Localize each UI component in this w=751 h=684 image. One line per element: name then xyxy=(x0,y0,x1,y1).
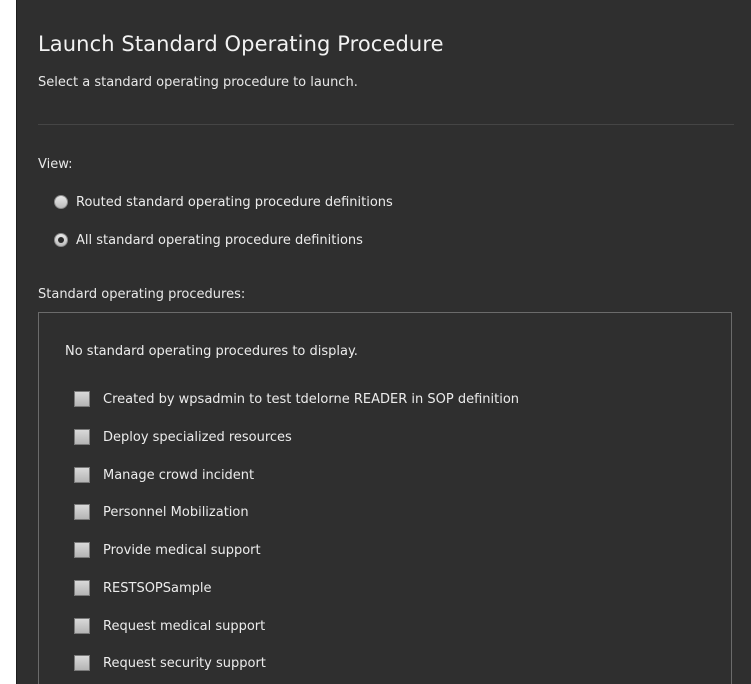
checkbox[interactable] xyxy=(74,542,90,558)
list-item[interactable]: Provide medical support xyxy=(74,540,261,560)
checkbox[interactable] xyxy=(74,618,90,634)
radio-label: Routed standard operating procedure defi… xyxy=(76,194,393,210)
radio-label: All standard operating procedure definit… xyxy=(76,232,363,248)
list-item[interactable]: Created by wpsadmin to test tdelorne REA… xyxy=(74,389,519,409)
list-item[interactable]: RESTSOPSample xyxy=(74,578,212,598)
list-item-label: Personnel Mobilization xyxy=(103,504,249,520)
checkbox[interactable] xyxy=(74,580,90,596)
list-item[interactable]: Manage crowd incident xyxy=(74,465,254,485)
list-item-label: RESTSOPSample xyxy=(103,580,212,596)
radio-button[interactable] xyxy=(54,233,68,247)
radio-all-definitions[interactable]: All standard operating procedure definit… xyxy=(54,230,363,250)
list-item[interactable]: Request security support xyxy=(74,653,266,673)
radio-button[interactable] xyxy=(54,195,68,209)
list-item-label: Provide medical support xyxy=(103,542,261,558)
list-item[interactable]: Request medical support xyxy=(74,616,265,636)
dialog-subtitle: Select a standard operating procedure to… xyxy=(38,75,358,90)
list-item-label: Request medical support xyxy=(103,618,266,634)
procedures-list: No standard operating procedures to disp… xyxy=(38,312,732,684)
list-item[interactable]: Personnel Mobilization xyxy=(74,502,249,522)
view-label: View: xyxy=(38,157,73,172)
checkbox[interactable] xyxy=(74,391,90,407)
procedures-label: Standard operating procedures: xyxy=(38,287,246,302)
radio-routed-definitions[interactable]: Routed standard operating procedure defi… xyxy=(54,192,393,212)
list-item-label: Request security support xyxy=(103,655,266,671)
list-item-label: Manage crowd incident xyxy=(103,467,255,483)
list-item[interactable]: Deploy specialized resources xyxy=(74,427,292,447)
divider xyxy=(38,124,734,125)
dialog-title: Launch Standard Operating Procedure xyxy=(38,32,444,56)
checkbox[interactable] xyxy=(74,429,90,445)
launch-sop-dialog: Launch Standard Operating Procedure Sele… xyxy=(16,0,751,684)
list-item-label: Deploy specialized resources xyxy=(103,429,292,445)
checkbox[interactable] xyxy=(74,655,90,671)
checkbox[interactable] xyxy=(74,467,90,483)
checkbox[interactable] xyxy=(74,504,90,520)
list-item-label: Created by wpsadmin to test tdelorne REA… xyxy=(103,391,520,407)
empty-message: No standard operating procedures to disp… xyxy=(65,344,358,359)
